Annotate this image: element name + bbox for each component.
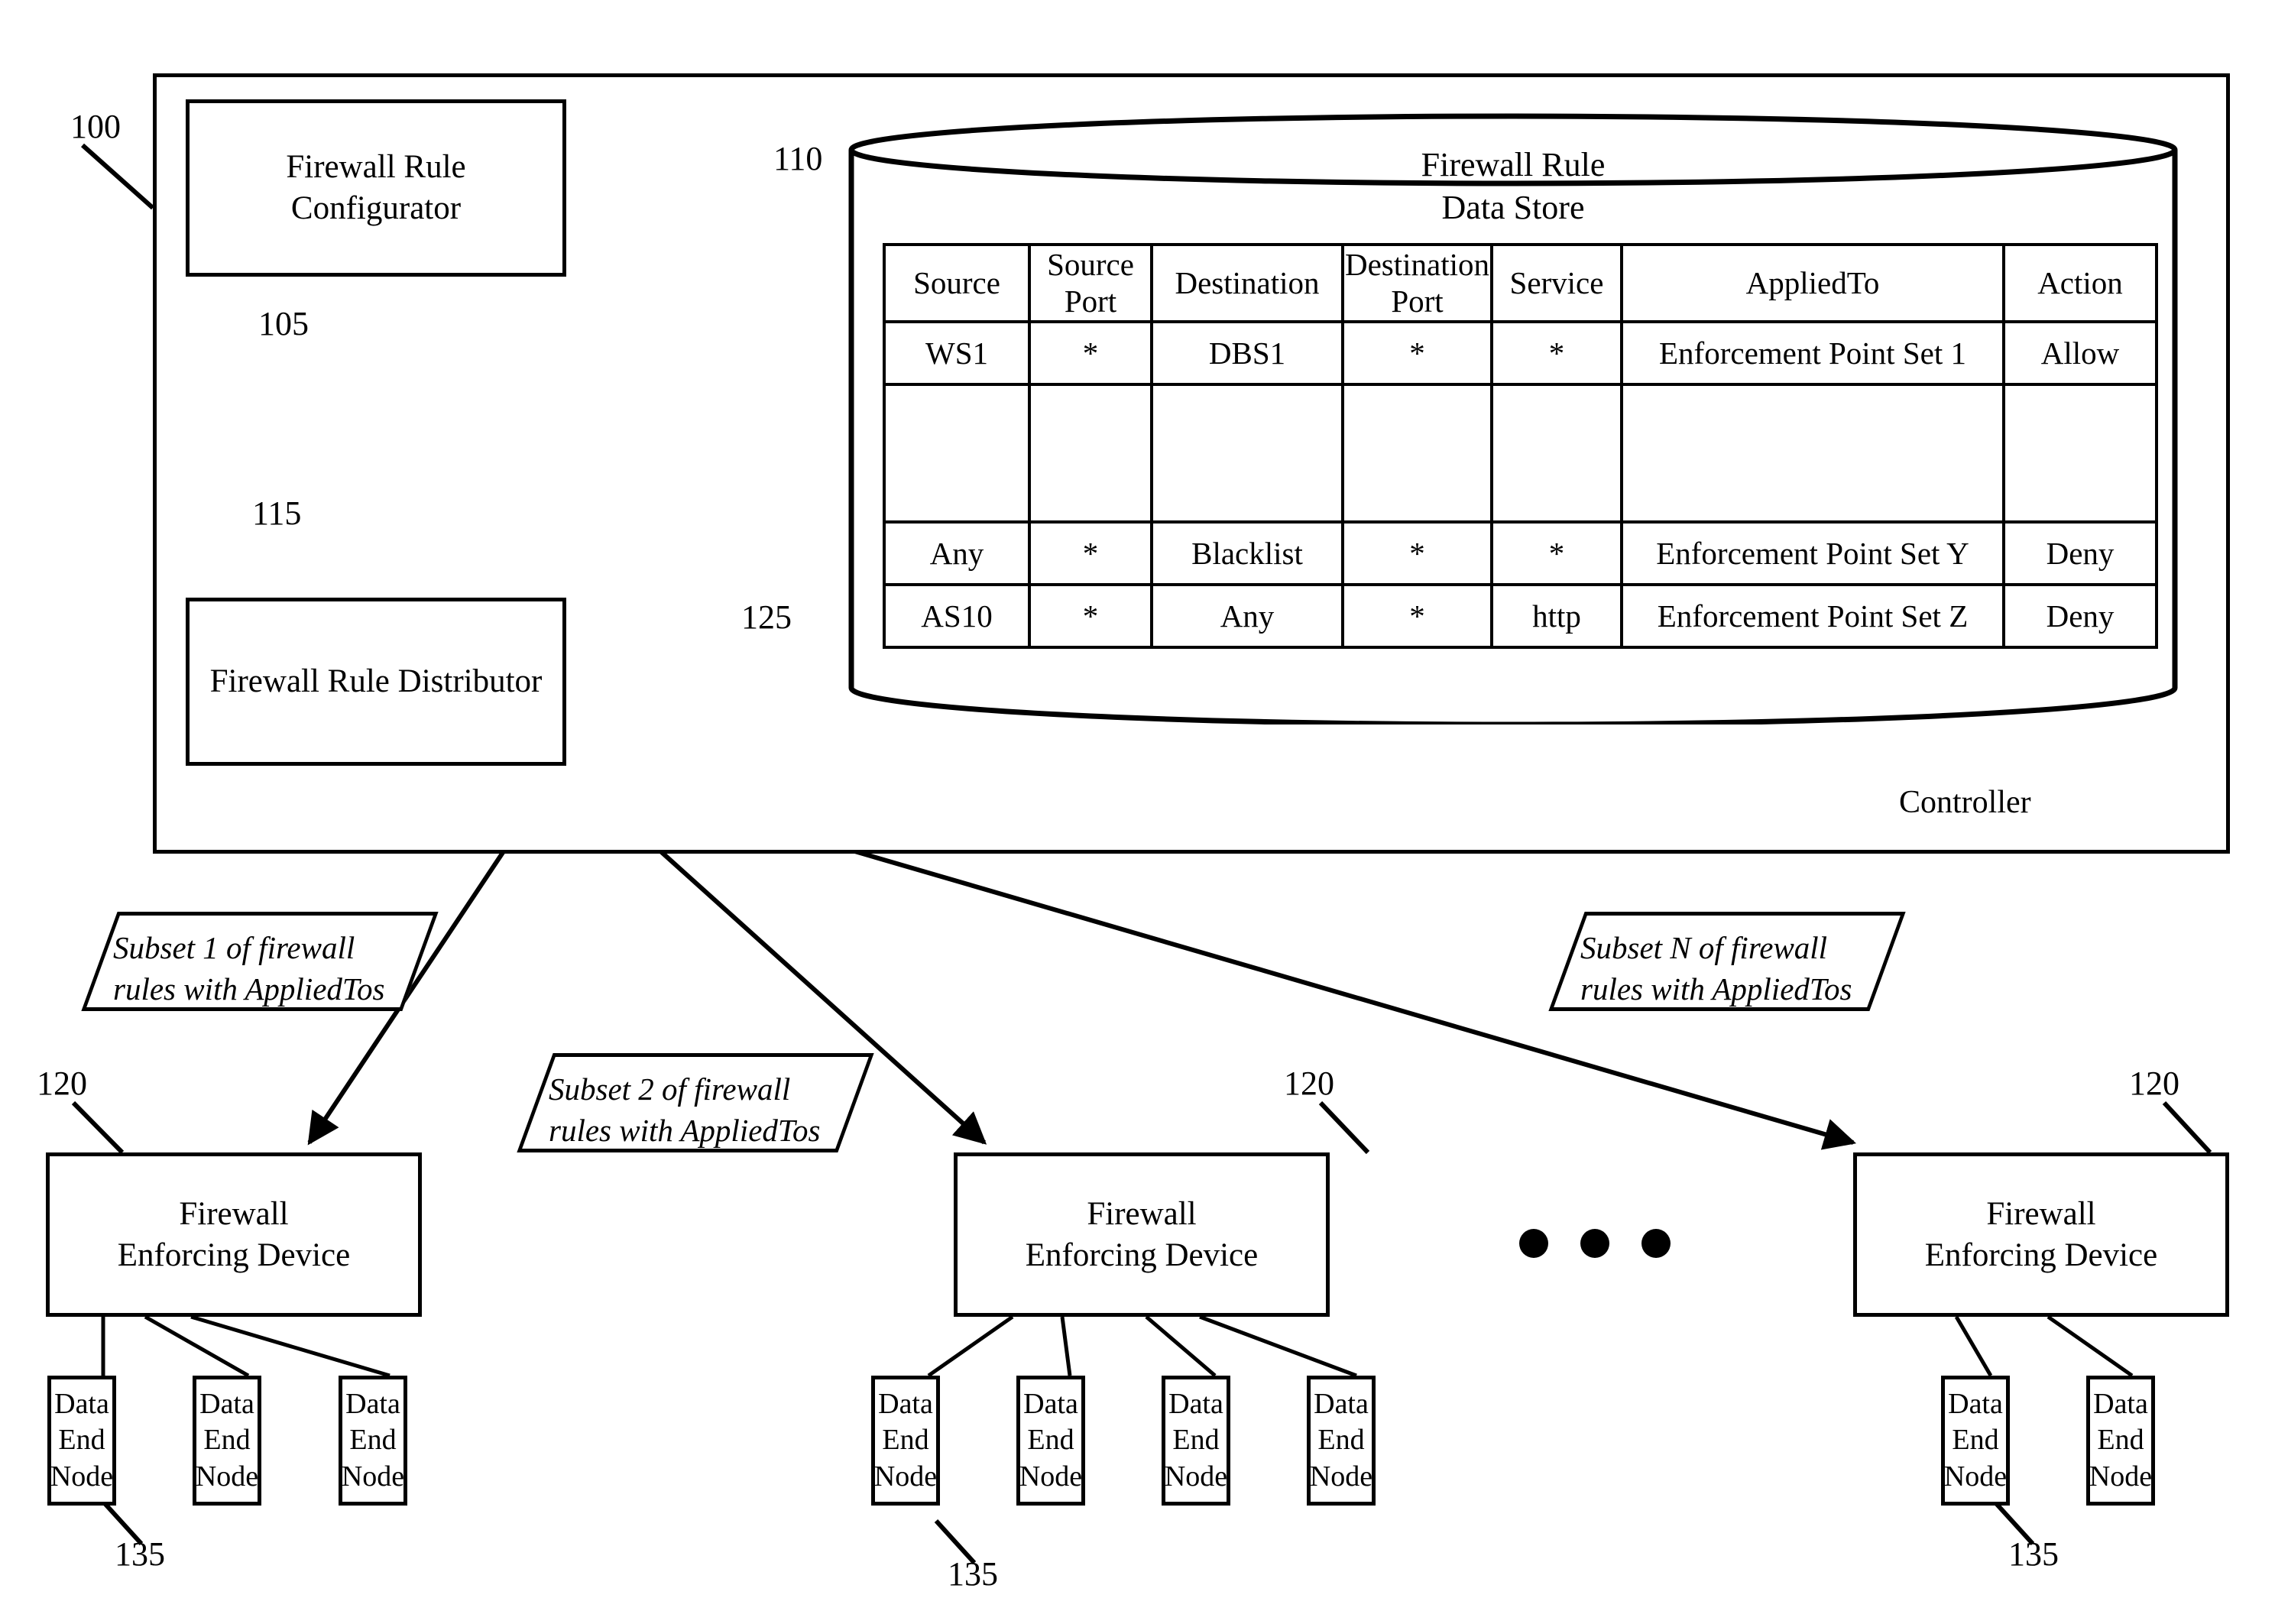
data-end-node-label: Data End Node xyxy=(1019,1387,1083,1493)
header-service: Service xyxy=(1490,243,1623,323)
cell-source-port: * xyxy=(1028,319,1153,386)
cell-service: * xyxy=(1490,319,1623,386)
subset-n-label: Subset N of firewall rules with AppliedT… xyxy=(1580,930,1852,1007)
cell-appliedto xyxy=(1620,382,2005,524)
controller-label: Controller xyxy=(1899,785,2031,820)
device-n-label: Firewall Enforcing Device xyxy=(1924,1195,2158,1273)
firewall-enforcing-device-1: Firewall Enforcing Device xyxy=(46,1152,422,1317)
firewall-rule-configurator-box: Firewall Rule Configurator xyxy=(186,99,566,277)
cell-source: Any xyxy=(883,520,1031,586)
dot-3 xyxy=(1641,1229,1671,1258)
ref-135-device-2: 135 xyxy=(948,1555,998,1593)
cell-destination-port: * xyxy=(1341,319,1493,386)
cell-appliedto: Enforcement Point Set 1 xyxy=(1620,319,2005,386)
firewall-rule-configurator-label: Firewall Rule Configurator xyxy=(286,149,466,226)
cell-source: AS10 xyxy=(883,582,1031,649)
data-end-node-label: Data End Node xyxy=(1164,1387,1228,1493)
ref-105: 105 xyxy=(258,305,309,342)
header-source-port: Source Port xyxy=(1028,243,1153,323)
header-action: Action xyxy=(2002,243,2158,323)
cell-source: WS1 xyxy=(883,319,1031,386)
data-end-node: Data End Node xyxy=(339,1376,407,1506)
header-appliedto: AppliedTo xyxy=(1620,243,2005,323)
data-end-node: Data End Node xyxy=(193,1376,261,1506)
device-2-label: Firewall Enforcing Device xyxy=(1025,1195,1259,1273)
cell-source xyxy=(883,382,1031,524)
header-source: Source xyxy=(883,243,1031,323)
ref-135-device-1: 135 xyxy=(115,1535,165,1573)
ellipsis-dots xyxy=(1519,1229,1671,1258)
cell-service: http xyxy=(1490,582,1623,649)
cell-appliedto: Enforcement Point Set Y xyxy=(1620,520,2005,586)
data-end-node-label: Data End Node xyxy=(341,1387,405,1493)
header-destination-port: Destination Port xyxy=(1341,243,1493,323)
data-end-node-label: Data End Node xyxy=(873,1387,938,1493)
cell-source-port: * xyxy=(1028,520,1153,586)
data-end-node: Data End Node xyxy=(871,1376,940,1506)
cell-destination: DBS1 xyxy=(1150,319,1344,386)
data-end-node: Data End Node xyxy=(1016,1376,1085,1506)
data-store-title: Firewall Rule Data Store xyxy=(1421,146,1606,227)
cell-destination-port: * xyxy=(1341,520,1493,586)
firewall-enforcing-device-n: Firewall Enforcing Device xyxy=(1853,1152,2229,1317)
data-end-node-label: Data End Node xyxy=(195,1387,259,1493)
table-row: AS10 * Any * http Enforcement Point Set … xyxy=(883,582,2158,649)
table-row: WS1 * DBS1 * * Enforcement Point Set 1 A… xyxy=(883,319,2158,386)
cell-source-port xyxy=(1028,382,1153,524)
ref-135-device-n: 135 xyxy=(2008,1535,2059,1573)
cell-action: Deny xyxy=(2002,582,2158,649)
ref-115: 115 xyxy=(252,494,302,532)
header-destination: Destination xyxy=(1150,243,1344,323)
patent-figure: Controller 100 Firewall Rule Configurato… xyxy=(0,0,2275,1624)
cell-service xyxy=(1490,382,1623,524)
cell-destination: Any xyxy=(1150,582,1344,649)
subset-1-label: Subset 1 of firewall rules with AppliedT… xyxy=(113,930,385,1007)
data-end-node-label: Data End Node xyxy=(1943,1387,2008,1493)
device-1-label: Firewall Enforcing Device xyxy=(117,1195,351,1273)
ref-120-device-n: 120 xyxy=(2129,1065,2179,1102)
dot-1 xyxy=(1519,1229,1548,1258)
table-row xyxy=(883,382,2158,524)
ref-120-device-1: 120 xyxy=(37,1065,87,1102)
table-header-row: Source Source Port Destination Destinati… xyxy=(883,243,2158,323)
firewall-enforcing-device-2: Firewall Enforcing Device xyxy=(954,1152,1330,1317)
ref-120-device-2: 120 xyxy=(1284,1065,1334,1102)
ref-125: 125 xyxy=(741,598,792,636)
data-end-node: Data End Node xyxy=(2086,1376,2155,1506)
data-end-node: Data End Node xyxy=(1941,1376,2010,1506)
firewall-rule-distributor-label: Firewall Rule Distributor xyxy=(209,663,543,700)
table-row: Any * Blacklist * * Enforcement Point Se… xyxy=(883,520,2158,586)
data-end-node: Data End Node xyxy=(1307,1376,1376,1506)
ref-110: 110 xyxy=(773,140,823,177)
data-end-node-label: Data End Node xyxy=(2089,1387,2153,1493)
ref-100: 100 xyxy=(70,108,121,145)
cell-service: * xyxy=(1490,520,1623,586)
dot-2 xyxy=(1580,1229,1609,1258)
cell-action xyxy=(2002,382,2158,524)
cell-destination: Blacklist xyxy=(1150,520,1344,586)
cell-appliedto: Enforcement Point Set Z xyxy=(1620,582,2005,649)
cell-destination xyxy=(1150,382,1344,524)
cell-action: Deny xyxy=(2002,520,2158,586)
cell-action: Allow xyxy=(2002,319,2158,386)
cell-destination-port: * xyxy=(1341,582,1493,649)
data-end-node-label: Data End Node xyxy=(1309,1387,1373,1493)
data-end-node: Data End Node xyxy=(1162,1376,1230,1506)
cell-destination-port xyxy=(1341,382,1493,524)
firewall-rule-distributor-box: Firewall Rule Distributor xyxy=(186,598,566,766)
firewall-rules-table: Source Source Port Destination Destinati… xyxy=(883,243,2158,649)
subset-2-label: Subset 2 of firewall rules with AppliedT… xyxy=(549,1071,821,1149)
data-end-node: Data End Node xyxy=(47,1376,116,1506)
cell-source-port: * xyxy=(1028,582,1153,649)
data-end-node-label: Data End Node xyxy=(50,1387,114,1493)
